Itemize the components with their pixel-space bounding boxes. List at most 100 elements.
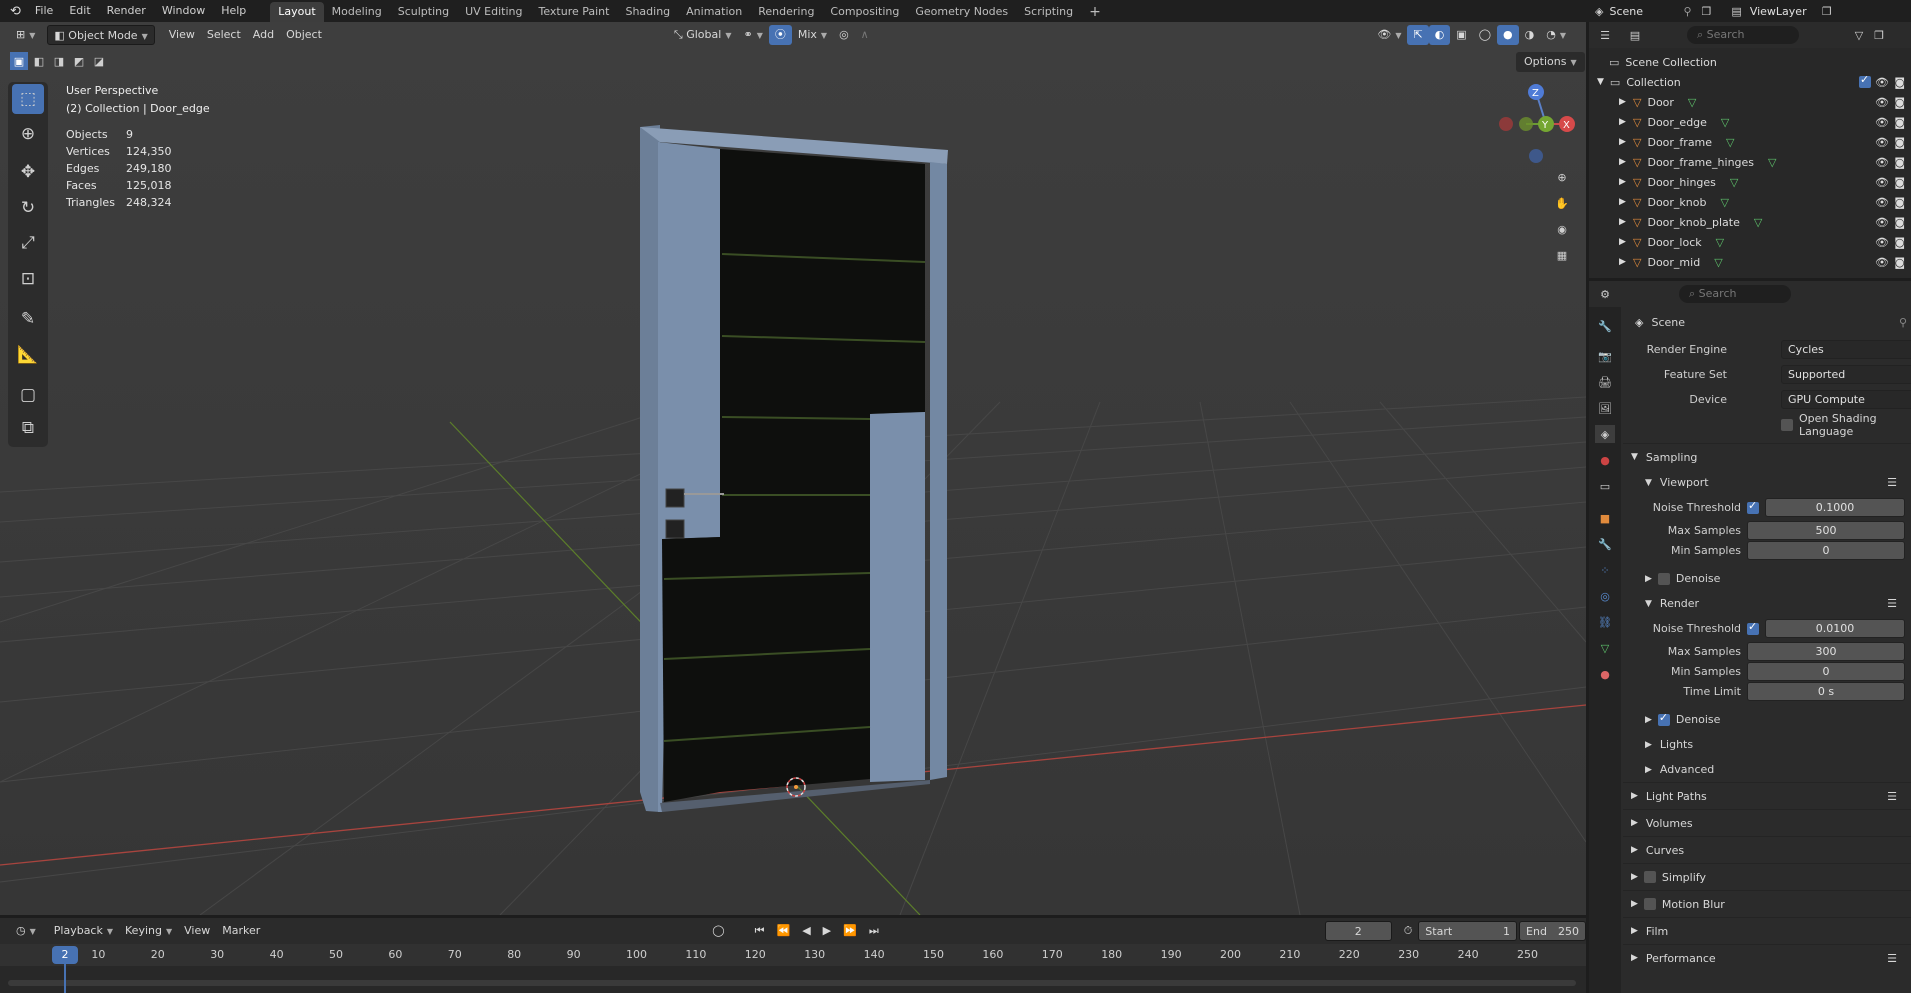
vp-max-samples-field[interactable]: 500 xyxy=(1747,520,1905,540)
timeline-view-menu[interactable]: View xyxy=(178,921,216,941)
outliner-search-input[interactable]: ⌕ Search xyxy=(1687,26,1799,44)
tab-modeling[interactable]: Modeling xyxy=(324,2,390,22)
eye-icon[interactable]: 👁 xyxy=(1875,216,1889,229)
camera-icon[interactable]: ◙ xyxy=(1894,216,1905,229)
eye-icon[interactable]: 👁 xyxy=(1875,136,1889,149)
light-paths-panel[interactable]: ▶ Light Paths ☰ xyxy=(1623,782,1911,809)
outliner-item[interactable]: ▶ ▽ Door_knob ▽ 👁 ◙ xyxy=(1589,192,1911,212)
viewlayer-icon[interactable]: ▤ xyxy=(1717,5,1745,18)
eye-icon[interactable]: 👁 xyxy=(1875,176,1889,189)
mesh-data-icon[interactable]: ▽ xyxy=(1754,216,1762,229)
device-select[interactable]: GPU Compute▼ xyxy=(1781,390,1911,409)
keying-menu[interactable]: Keying ▼ xyxy=(119,921,178,941)
expand-chevron-icon[interactable]: ▶ xyxy=(1619,137,1626,147)
select-box-tool-icon[interactable]: ⬚ xyxy=(12,84,44,114)
presets-list-icon[interactable]: ☰ xyxy=(1887,476,1897,489)
expand-chevron-icon[interactable]: ▶ xyxy=(1619,257,1626,267)
expand-chevron-icon[interactable]: ▶ xyxy=(1619,97,1626,107)
mesh-data-icon[interactable]: ▽ xyxy=(1730,176,1738,189)
snap-toggle[interactable]: ⦿ xyxy=(768,25,792,45)
tab-scripting[interactable]: Scripting xyxy=(1016,2,1081,22)
mesh-data-icon[interactable]: ▽ xyxy=(1720,196,1728,209)
jump-keyframe-back-icon[interactable]: ⏪ xyxy=(770,921,796,941)
camera-icon[interactable]: ◙ xyxy=(1894,236,1905,249)
scene-icon[interactable]: ◈ xyxy=(1589,5,1609,18)
camera-icon[interactable]: ◙ xyxy=(1894,136,1905,149)
eye-icon[interactable]: 👁 xyxy=(1875,256,1889,269)
zoom-icon[interactable]: ⊕ xyxy=(1552,168,1572,186)
motion-blur-checkbox[interactable] xyxy=(1643,898,1656,910)
object-tab-icon[interactable]: ■ xyxy=(1595,509,1615,527)
tab-sculpting[interactable]: Sculpting xyxy=(390,2,457,22)
select-intersect-icon[interactable]: ◪ xyxy=(90,52,108,70)
camera-icon[interactable]: ◙ xyxy=(1894,76,1905,89)
rendered-shading-icon[interactable]: ◔ ▼ xyxy=(1540,25,1572,45)
menu-help[interactable]: Help xyxy=(213,0,254,22)
scene-tab-icon[interactable]: ◈ xyxy=(1595,425,1615,443)
camera-icon[interactable]: ◙ xyxy=(1894,156,1905,169)
eye-icon[interactable]: 👁 xyxy=(1875,156,1889,169)
tab-shading[interactable]: Shading xyxy=(617,2,678,22)
collection-tab-icon[interactable]: ▭ xyxy=(1595,477,1615,495)
r-noise-threshold-checkbox[interactable] xyxy=(1747,620,1759,635)
select-invert-icon[interactable]: ◩ xyxy=(70,52,88,70)
presets-list-icon[interactable]: ☰ xyxy=(1887,790,1897,803)
play-reverse-icon[interactable]: ◀ xyxy=(796,921,816,941)
constraints-tab-icon[interactable]: ⛓ xyxy=(1595,613,1615,631)
eye-icon[interactable]: 👁 xyxy=(1875,236,1889,249)
outliner-scene-collection[interactable]: ▭ Scene Collection xyxy=(1589,52,1911,72)
menu-select[interactable]: Select xyxy=(201,25,247,45)
r-min-samples-field[interactable]: 0 xyxy=(1747,661,1905,681)
new-viewlayer-icon[interactable]: ❐ xyxy=(1816,5,1838,18)
new-scene-icon[interactable]: ❐ xyxy=(1696,5,1718,18)
camera-icon[interactable]: ◙ xyxy=(1894,96,1905,109)
rotate-tool-icon[interactable]: ↻ xyxy=(12,193,44,223)
mesh-data-icon[interactable]: ▽ xyxy=(1726,136,1734,149)
presets-list-icon[interactable]: ☰ xyxy=(1887,952,1897,965)
vp-denoise-subpanel[interactable]: ▶ Denoise xyxy=(1623,566,1911,591)
mesh-data-icon[interactable]: ▽ xyxy=(1721,116,1729,129)
eye-icon[interactable]: 👁 xyxy=(1875,116,1889,129)
simplify-checkbox[interactable] xyxy=(1643,871,1656,883)
menu-view[interactable]: View xyxy=(163,25,201,45)
proportional-edit-icon[interactable]: ◎ xyxy=(833,25,855,45)
measure-tool-icon[interactable]: 📐 xyxy=(12,340,44,370)
outliner-editor-icon[interactable]: ☰ xyxy=(1595,26,1615,44)
expand-chevron-icon[interactable]: ▼ xyxy=(1597,77,1604,87)
volumes-panel[interactable]: ▶ Volumes xyxy=(1623,809,1911,836)
menu-render[interactable]: Render xyxy=(99,0,154,22)
camera-icon[interactable]: ◙ xyxy=(1894,196,1905,209)
vp-noise-threshold-field[interactable]: 0.1000 xyxy=(1765,498,1905,517)
render-tab-icon[interactable]: 📷 xyxy=(1595,347,1615,365)
menu-edit[interactable]: Edit xyxy=(61,0,98,22)
camera-view-icon[interactable]: ◉ xyxy=(1552,220,1572,238)
outliner-item[interactable]: ▶ ▽ Door_frame_hinges ▽ 👁 ◙ xyxy=(1589,152,1911,172)
timeline-scrollbar[interactable] xyxy=(8,980,1576,986)
editor-type-icon[interactable]: ⊞ ▼ xyxy=(10,25,41,45)
xray-icon[interactable]: ▣ xyxy=(1450,25,1472,45)
new-collection-icon[interactable]: ❐ xyxy=(1869,26,1889,44)
eye-icon[interactable]: 👁 xyxy=(1875,196,1889,209)
r-denoise-checkbox[interactable] xyxy=(1657,711,1670,726)
film-panel[interactable]: ▶ Film xyxy=(1623,917,1911,944)
visibility-icon[interactable]: 👁 ▼ xyxy=(1371,25,1407,45)
mesh-data-icon[interactable]: ▽ xyxy=(1768,156,1776,169)
properties-editor-icon[interactable]: ⚙ xyxy=(1595,285,1615,303)
select-extend-icon[interactable]: ◧ xyxy=(30,52,48,70)
vp-noise-threshold-checkbox[interactable] xyxy=(1747,499,1759,514)
advanced-subpanel[interactable]: ▶ Advanced xyxy=(1623,757,1911,782)
tab-rendering[interactable]: Rendering xyxy=(750,2,822,22)
scene-name[interactable]: Scene xyxy=(1609,5,1679,18)
menu-window[interactable]: Window xyxy=(154,0,213,22)
simplify-panel[interactable]: ▶ Simplify xyxy=(1623,863,1911,890)
r-noise-threshold-field[interactable]: 0.0100 xyxy=(1765,619,1905,638)
transform-orientation[interactable]: ⤡ Global ▼ xyxy=(668,25,738,45)
camera-icon[interactable]: ◙ xyxy=(1894,256,1905,269)
options-button[interactable]: Options ▼ xyxy=(1516,52,1585,72)
material-tab-icon[interactable]: ● xyxy=(1595,665,1615,683)
r-max-samples-field[interactable]: 300 xyxy=(1747,641,1905,661)
stopwatch-icon[interactable]: ⏱ xyxy=(1398,921,1419,941)
sampling-panel-header[interactable]: ▼ Sampling xyxy=(1623,443,1911,470)
marker-menu[interactable]: Marker xyxy=(216,921,266,941)
transform-tool-icon[interactable]: ⊡ xyxy=(12,264,44,294)
